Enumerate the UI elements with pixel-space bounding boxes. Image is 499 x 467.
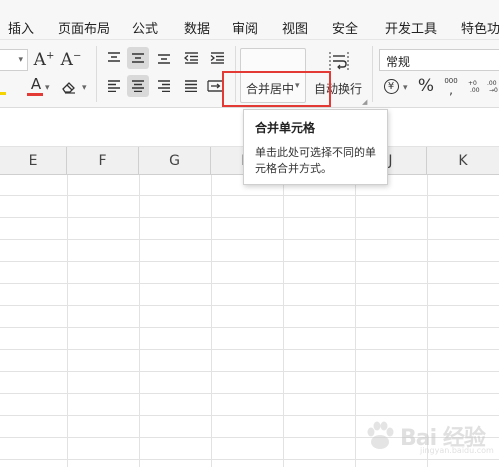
chevron-down-icon: ▾ bbox=[18, 55, 23, 65]
svg-text:.00: .00 bbox=[487, 80, 497, 87]
align-center-button[interactable] bbox=[127, 75, 149, 97]
decrease-decimal-button[interactable]: .00 →0 bbox=[485, 75, 499, 97]
grid-line bbox=[0, 283, 499, 284]
outdent-icon bbox=[183, 52, 198, 64]
divider bbox=[96, 46, 97, 102]
clear-format-button[interactable] bbox=[58, 76, 80, 98]
grid-line bbox=[355, 175, 356, 467]
font-grow-icon: A+ bbox=[33, 50, 55, 70]
align-left-button[interactable] bbox=[103, 75, 125, 97]
thousands-separator-button[interactable]: 000 , bbox=[440, 75, 462, 97]
grid-line bbox=[0, 349, 499, 350]
grid-line bbox=[0, 195, 499, 196]
highlight-annotation-box bbox=[222, 71, 331, 107]
chevron-down-icon[interactable]: ▾ bbox=[45, 83, 50, 93]
align-center-icon bbox=[132, 80, 144, 92]
baidu-jingyan-watermark: Bai 经验 jingyan.baidu.com bbox=[360, 412, 494, 460]
grid-line bbox=[0, 261, 499, 262]
tab-review[interactable]: 审阅 bbox=[232, 18, 258, 37]
align-middle-button[interactable] bbox=[127, 47, 149, 69]
grid-line bbox=[0, 305, 499, 306]
font-size-input[interactable]: ▾ bbox=[0, 49, 28, 71]
tab-data[interactable]: 数据 bbox=[184, 18, 210, 37]
align-right-icon bbox=[158, 80, 170, 92]
font-shrink-button[interactable]: A− bbox=[60, 49, 82, 71]
currency-icon: ¥ bbox=[383, 78, 399, 94]
tab-formulas[interactable]: 公式 bbox=[132, 18, 158, 37]
increase-decimal-icon: +0.00 bbox=[468, 80, 480, 94]
number-format-select[interactable]: 常规 bbox=[379, 49, 499, 71]
percent-button[interactable]: % bbox=[415, 75, 437, 97]
tab-view[interactable]: 视图 bbox=[282, 18, 308, 37]
font-color-bar bbox=[27, 93, 43, 96]
tab-developer[interactable]: 开发工具 bbox=[385, 18, 437, 37]
tab-insert[interactable]: 插入 bbox=[8, 18, 34, 37]
font-color-icon: A bbox=[30, 75, 42, 93]
grid-line bbox=[0, 239, 499, 240]
grid-line bbox=[0, 393, 499, 394]
chevron-down-icon[interactable]: ▾ bbox=[403, 83, 408, 93]
currency-button[interactable]: ¥ bbox=[381, 76, 401, 96]
align-bottom-button[interactable] bbox=[153, 47, 175, 69]
align-right-button[interactable] bbox=[153, 75, 175, 97]
grid-line bbox=[67, 175, 68, 467]
percent-label: % bbox=[417, 76, 435, 96]
number-format-value: 常规 bbox=[386, 55, 411, 69]
fill-color-bar bbox=[0, 92, 6, 95]
watermark-subtext: jingyan.baidu.com bbox=[420, 446, 494, 455]
justify-icon bbox=[185, 80, 197, 92]
comma-icon: , bbox=[449, 83, 453, 97]
svg-text:.00: .00 bbox=[470, 87, 480, 94]
grid-line bbox=[139, 175, 140, 467]
tooltip-description: 单击此处可选择不同的单元格合并方式。 bbox=[255, 146, 376, 175]
divider bbox=[372, 46, 373, 102]
align-top-button[interactable] bbox=[103, 47, 125, 69]
column-header-g[interactable]: G bbox=[139, 147, 211, 175]
justify-button[interactable] bbox=[180, 75, 202, 97]
svg-text:+0: +0 bbox=[468, 80, 477, 87]
paw-logo-icon bbox=[367, 421, 394, 449]
font-grow-button[interactable]: A+ bbox=[33, 49, 55, 71]
grid-line bbox=[211, 175, 212, 467]
decrease-decimal-icon: .00→0 bbox=[487, 80, 498, 94]
tab-security[interactable]: 安全 bbox=[332, 18, 358, 37]
align-middle-icon bbox=[132, 53, 144, 63]
decrease-indent-button[interactable] bbox=[180, 47, 202, 69]
increase-decimal-button[interactable]: +0.00 bbox=[465, 75, 485, 97]
grid-line bbox=[0, 217, 499, 218]
tooltip-title: 合并单元格 bbox=[255, 121, 316, 135]
svg-text:→0: →0 bbox=[489, 87, 498, 94]
chevron-down-icon[interactable]: ▾ bbox=[82, 83, 87, 93]
merge-cells-tooltip: 合并单元格 单击此处可选择不同的单元格合并方式。 bbox=[243, 109, 388, 185]
column-header-k[interactable]: K bbox=[427, 147, 499, 175]
font-shrink-icon: A− bbox=[60, 50, 82, 70]
column-header-f[interactable]: F bbox=[67, 147, 139, 175]
grid-line bbox=[0, 371, 499, 372]
column-header-e[interactable]: E bbox=[0, 147, 67, 175]
grid-line bbox=[283, 175, 284, 467]
indent-icon bbox=[210, 52, 224, 64]
group-launcher-icon[interactable]: ◢ bbox=[362, 98, 367, 106]
eraser-icon bbox=[62, 82, 75, 94]
grid-line bbox=[0, 327, 499, 328]
align-bottom-icon bbox=[158, 54, 170, 64]
wrap-text-icon bbox=[329, 52, 349, 70]
tab-special-features[interactable]: 特色功 bbox=[461, 18, 499, 37]
increase-indent-button[interactable] bbox=[206, 47, 228, 69]
menu-bar: 插入 页面布局 公式 数据 审阅 视图 安全 开发工具 特色功 bbox=[0, 0, 499, 40]
tab-page-layout[interactable]: 页面布局 bbox=[58, 18, 110, 37]
align-left-icon bbox=[108, 80, 120, 92]
fill-color-button[interactable] bbox=[0, 76, 10, 98]
align-top-icon bbox=[108, 52, 120, 62]
distribute-icon bbox=[207, 80, 222, 92]
